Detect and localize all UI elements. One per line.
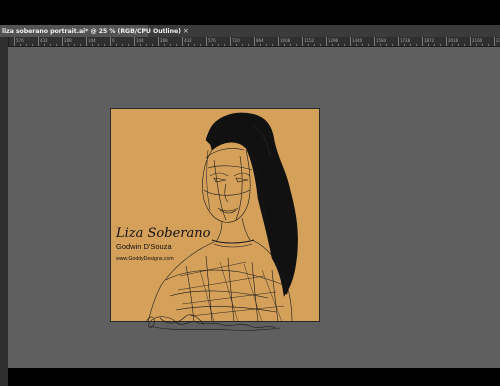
neck-outline [215, 221, 223, 243]
face-outline [202, 149, 251, 223]
website-text: www.GoddyDesigns.com [116, 256, 174, 262]
artist-name: Godwin D'Souza [116, 242, 172, 251]
artwork-name: Liza Soberano [116, 226, 211, 241]
portrait-artwork[interactable] [0, 0, 500, 386]
signature-scribble [145, 314, 281, 331]
bottom-area [8, 368, 500, 386]
shoulder-line [147, 241, 215, 322]
necklace [211, 239, 255, 244]
